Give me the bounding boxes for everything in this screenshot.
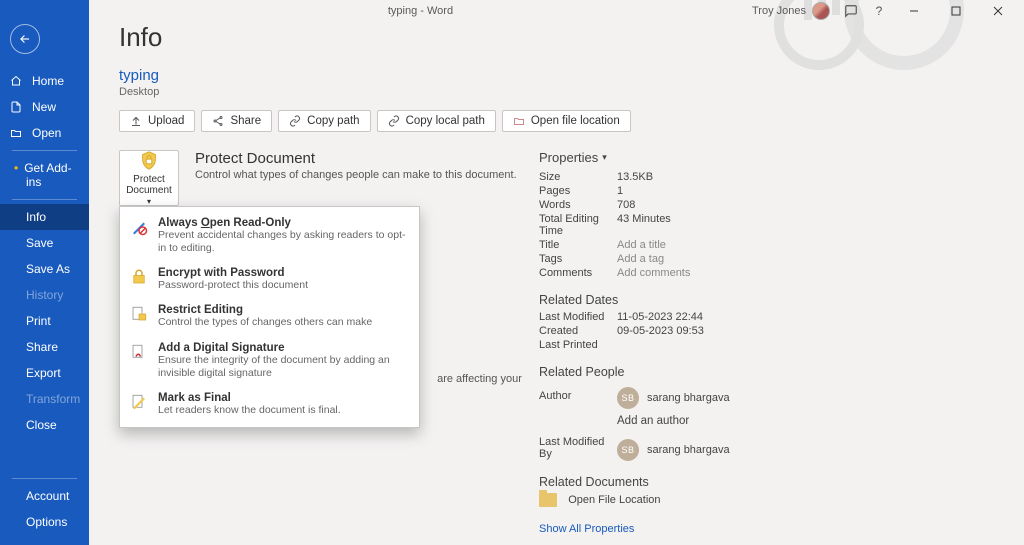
sidebar-save-as[interactable]: Save As xyxy=(0,256,89,282)
open-icon xyxy=(10,127,24,139)
prop-tags-input[interactable]: Add a tag xyxy=(617,253,664,265)
signature-icon xyxy=(130,343,148,361)
readonly-icon xyxy=(130,218,148,236)
folder-icon xyxy=(513,115,525,127)
sidebar-options[interactable]: Options xyxy=(0,509,89,535)
copy-path-button[interactable]: Copy path xyxy=(278,110,370,132)
lock-key-icon xyxy=(130,268,148,286)
sidebar-account[interactable]: Account xyxy=(0,483,89,509)
document-name: typing xyxy=(119,67,1024,84)
restrict-icon xyxy=(130,305,148,323)
page-title: Info xyxy=(119,22,1024,53)
sidebar-home[interactable]: Home xyxy=(0,68,89,94)
open-file-location-button[interactable]: Open file location xyxy=(502,110,631,132)
sidebar-label: Open xyxy=(32,126,61,140)
prop-editing-time: 43 Minutes xyxy=(617,213,671,237)
prop-pages: 1 xyxy=(617,185,623,197)
protect-document-button[interactable]: Protect Document ▾ xyxy=(119,150,179,206)
chevron-down-icon: ▾ xyxy=(147,197,151,206)
add-author-link[interactable]: Add an author xyxy=(617,415,839,427)
avatar-icon: SB xyxy=(617,439,639,461)
protect-heading: Protect Document xyxy=(195,150,517,167)
document-location: Desktop xyxy=(119,86,1024,98)
prop-last-modified: 11-05-2023 22:44 xyxy=(617,311,703,323)
related-people-heading: Related People xyxy=(539,365,839,379)
prop-comments-input[interactable]: Add comments xyxy=(617,267,690,279)
last-modified-by-person[interactable]: SB sarang bhargava xyxy=(617,439,730,461)
menu-digital-signature[interactable]: Add a Digital SignatureEnsure the integr… xyxy=(120,336,419,386)
menu-mark-as-final[interactable]: Mark as FinalLet readers know the docume… xyxy=(120,386,419,423)
properties-panel: Properties ▾ Size13.5KB Pages1 Words708 … xyxy=(539,150,839,535)
sidebar-get-addins[interactable]: Get Add-ins xyxy=(0,155,89,195)
link-icon xyxy=(289,115,301,127)
sidebar-label: Home xyxy=(32,74,64,88)
sidebar-info[interactable]: Info xyxy=(0,204,89,230)
menu-always-open-readonly[interactable]: Always Open Read-OnlyPrevent accidental … xyxy=(120,211,419,261)
sidebar-share[interactable]: Share xyxy=(0,334,89,360)
open-file-location-link[interactable]: Open File Location xyxy=(539,493,839,507)
sidebar-open[interactable]: Open xyxy=(0,120,89,146)
menu-restrict-editing[interactable]: Restrict EditingControl the types of cha… xyxy=(120,298,419,335)
final-icon xyxy=(130,393,148,411)
sidebar-label: New xyxy=(32,100,56,114)
share-button[interactable]: Share xyxy=(201,110,272,132)
menu-encrypt-password[interactable]: Encrypt with PasswordPassword-protect th… xyxy=(120,261,419,298)
sidebar-close[interactable]: Close xyxy=(0,412,89,438)
author-person[interactable]: SB sarang bhargava xyxy=(617,387,730,409)
lock-shield-icon xyxy=(138,150,160,172)
back-button[interactable] xyxy=(10,24,40,54)
link-icon xyxy=(388,115,400,127)
avatar-icon: SB xyxy=(617,387,639,409)
chevron-down-icon: ▾ xyxy=(602,152,607,163)
upload-icon xyxy=(130,115,142,127)
sidebar-new[interactable]: New xyxy=(0,94,89,120)
share-icon xyxy=(212,115,224,127)
folder-icon xyxy=(539,493,557,507)
prop-title-input[interactable]: Add a title xyxy=(617,239,666,251)
home-icon xyxy=(10,75,24,87)
sidebar-save[interactable]: Save xyxy=(0,230,89,256)
sidebar-history: History xyxy=(0,282,89,308)
backstage-main: Info typing Desktop Upload Share Copy pa… xyxy=(89,0,1024,545)
show-all-properties-link[interactable]: Show All Properties xyxy=(539,523,839,535)
protect-document-menu: Always Open Read-OnlyPrevent accidental … xyxy=(119,206,420,428)
new-icon xyxy=(10,101,24,113)
protect-document-section: Protect Document ▾ Always Open Read-Only… xyxy=(119,150,529,206)
sidebar-transform: Transform xyxy=(0,386,89,412)
prop-size: 13.5KB xyxy=(617,171,653,183)
backstage-sidebar: Home New Open Get Add-ins Info Save Save… xyxy=(0,0,89,545)
related-documents-heading: Related Documents xyxy=(539,475,839,489)
prop-created: 09-05-2023 09:53 xyxy=(617,325,704,337)
protect-desc: Control what types of changes people can… xyxy=(195,169,517,181)
related-dates-heading: Related Dates xyxy=(539,293,839,307)
copy-local-path-button[interactable]: Copy local path xyxy=(377,110,496,132)
sidebar-print[interactable]: Print xyxy=(0,308,89,334)
prop-words: 708 xyxy=(617,199,635,211)
properties-dropdown[interactable]: Properties ▾ xyxy=(539,150,839,165)
sidebar-export[interactable]: Export xyxy=(0,360,89,386)
upload-button[interactable]: Upload xyxy=(119,110,195,132)
